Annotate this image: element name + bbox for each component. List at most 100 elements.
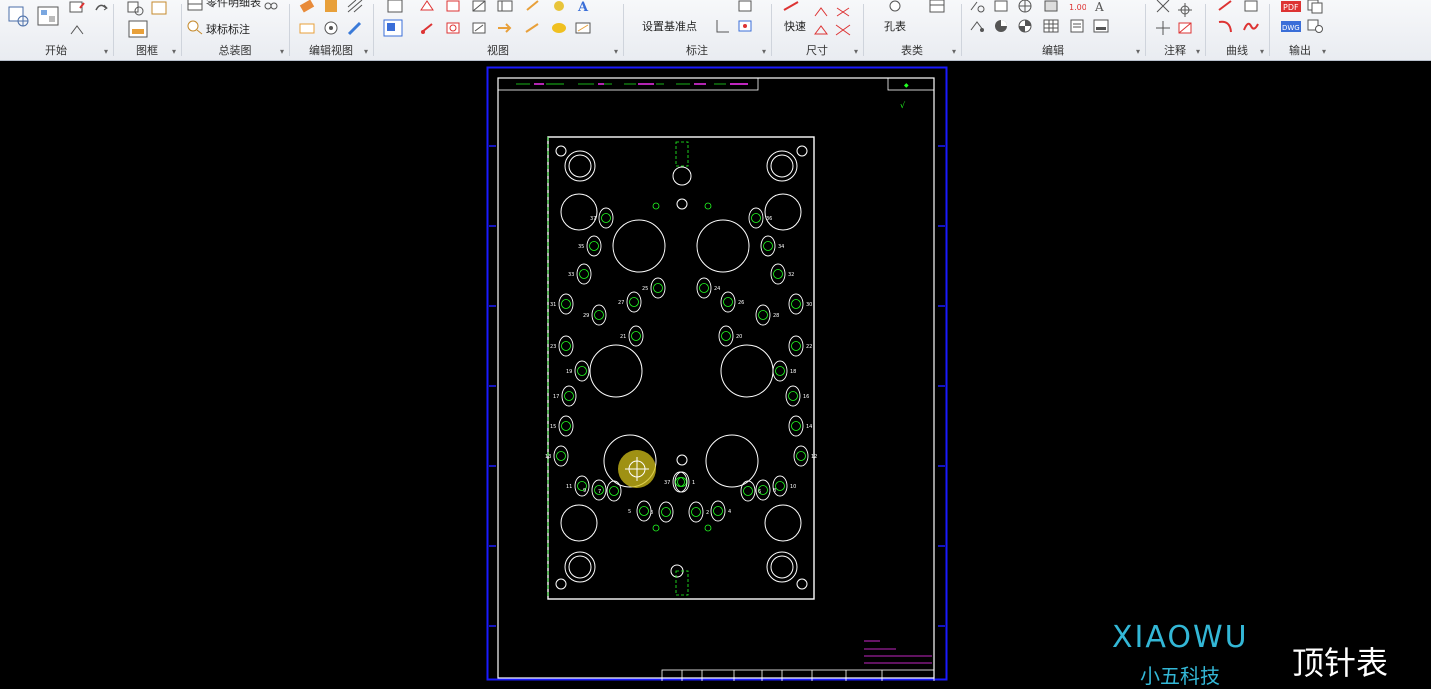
arc-icon[interactable] [1216,18,1234,34]
title-block-icon[interactable] [128,20,148,38]
group-expand-icon[interactable]: ▾ [1260,47,1264,56]
assembly-tool-icon[interactable] [262,0,280,14]
support-hole [705,434,759,488]
radius-dim-icon[interactable] [812,22,830,38]
angular-dim-icon[interactable] [834,4,852,20]
ejector-pin: 24 [696,277,720,299]
move-icon[interactable] [968,18,986,34]
linear-dim-icon[interactable] [812,4,830,20]
box-icon[interactable] [1242,0,1260,14]
arrow-view-icon[interactable] [496,20,514,36]
set-datum-button[interactable]: 设置基准点 [642,18,697,34]
break-view-icon[interactable] [496,0,514,14]
balloon-icon[interactable] [186,19,204,35]
support-hole [589,344,643,398]
center-mark-icon[interactable] [1016,0,1034,14]
ribbon-group-label: 视图 [487,45,509,57]
ribbon-group-edit: 1.00 A 编辑 ▾ [962,0,1144,60]
centerline-icon[interactable] [1154,20,1172,36]
balloon-button[interactable]: 球标标注 [206,21,250,37]
part-detail-icon[interactable] [186,0,204,12]
redo-icon[interactable] [92,0,110,16]
ejector-pin-label: 37 [664,480,670,486]
erase-icon[interactable] [298,0,316,14]
diameter-dim-icon[interactable] [834,22,852,38]
group-expand-icon[interactable]: ▾ [1322,47,1326,56]
pdf-export-icon[interactable]: PDF [1280,0,1302,14]
ribbon-group-label: 尺寸 [806,45,828,57]
ejector-pin-label: 22 [806,344,812,350]
hatch-pattern-icon[interactable] [1176,20,1194,36]
snap-icon[interactable] [968,0,986,14]
corner-hole [555,145,567,157]
orient-view-icon[interactable] [470,20,488,36]
group-expand-icon[interactable]: ▾ [762,47,766,56]
section-view-icon[interactable] [470,0,488,14]
grid-icon[interactable] [1042,18,1060,34]
drawing-sheet[interactable]: ◆ √ 37 3635 3433 3231 3029 2827 2625 2423 2221 20… [486,66,948,681]
base-view-icon[interactable] [386,0,404,14]
projected-view-icon[interactable] [418,0,436,14]
ejector-pin-label: 14 [806,424,812,430]
corner-hole [796,578,808,590]
return-pin-hole [764,504,802,542]
quick-dim-button[interactable]: 快速 [784,18,806,34]
spline-icon[interactable] [1242,18,1260,34]
local-view-icon[interactable] [444,20,462,36]
group-expand-icon[interactable]: ▾ [1136,47,1140,56]
arrow-tool-icon[interactable] [524,0,542,14]
pencil-icon[interactable] [346,20,364,36]
frame-add-icon[interactable] [126,0,144,16]
rotate-view-icon[interactable] [418,20,436,36]
quick-dim-icon[interactable] [782,0,800,14]
line-icon[interactable] [1216,0,1234,14]
aux-view-icon[interactable] [444,0,462,14]
group-expand-icon[interactable]: ▾ [280,47,284,56]
table-icon[interactable] [928,0,946,14]
text-icon[interactable]: A [1092,0,1110,14]
view-style-icon[interactable] [574,20,592,36]
rectangle-icon[interactable] [992,0,1010,14]
ordinate-icon[interactable] [736,0,754,14]
list-icon[interactable] [1068,18,1086,34]
section-icon[interactable] [298,20,316,36]
hole-table-icon[interactable] [886,0,904,14]
group-expand-icon[interactable]: ▾ [854,47,858,56]
pivot-icon[interactable] [992,18,1010,34]
settings-icon[interactable] [1306,18,1324,34]
copy-icon[interactable] [1306,0,1324,14]
layout-icon[interactable] [36,4,60,28]
coordinate-dim-icon[interactable] [714,18,732,34]
group-expand-icon[interactable]: ▾ [104,47,108,56]
drawing-view-icon[interactable] [382,18,404,38]
fold-icon[interactable] [68,22,86,38]
new-drawing-icon[interactable] [6,4,30,28]
group-expand-icon[interactable]: ▾ [952,47,956,56]
text-style-icon[interactable]: A [574,0,592,14]
ribbon-group-edit-view: 编辑视图 ▾ [290,0,372,60]
paint-icon[interactable] [550,0,568,14]
group-expand-icon[interactable]: ▾ [172,47,176,56]
ribbon-toolbar: 开始 ▾ 图框 ▾ 零件明细表 球标标注 总装图 ▾ 编辑视图 ▾ A 视图 ▾… [0,0,1431,61]
dwg-export-icon[interactable]: DWG [1280,18,1302,34]
target-icon[interactable] [1016,18,1034,34]
detail-view-icon[interactable] [322,20,340,36]
ordinate-auto-icon[interactable] [736,18,754,34]
part-detail-button[interactable]: 零件明细表 [206,0,261,10]
panel-icon[interactable] [1092,18,1110,34]
scale-icon[interactable]: 1.00 [1068,0,1086,14]
group-expand-icon[interactable]: ▾ [364,47,368,56]
hatch-icon[interactable] [346,0,364,14]
move-view-icon[interactable] [524,20,542,36]
open-icon[interactable] [68,0,86,16]
layer-icon[interactable] [1042,0,1060,14]
view-edit-icon[interactable] [322,0,340,14]
highlight-icon[interactable] [550,20,568,36]
group-expand-icon[interactable]: ▾ [614,47,618,56]
group-expand-icon[interactable]: ▾ [1196,47,1200,56]
ejector-pin: 10 [772,475,796,497]
frame-icon[interactable] [150,0,168,16]
crosshair-icon[interactable] [1176,2,1194,18]
cross-icon[interactable] [1154,0,1172,14]
hole-table-button[interactable]: 孔表 [884,18,906,34]
